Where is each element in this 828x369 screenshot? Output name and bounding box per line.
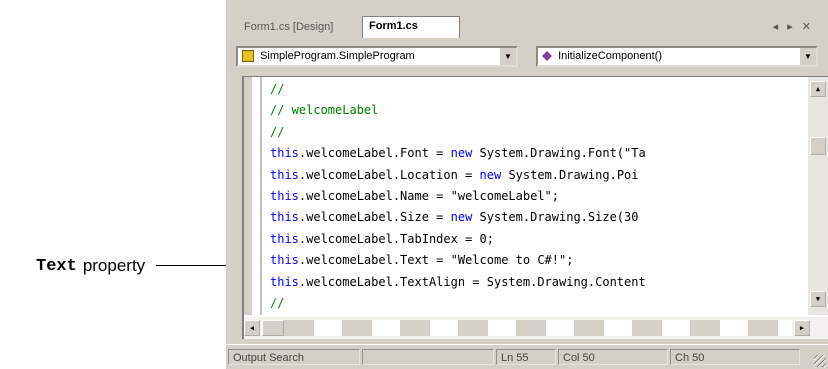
code-comment: //	[270, 82, 285, 96]
code-keyword: new	[479, 167, 502, 182]
scroll-right-icon[interactable]: ▶	[794, 320, 810, 336]
horizontal-scroll-track[interactable]	[284, 320, 792, 336]
code-comment: //	[270, 295, 285, 310]
editor-gutter	[244, 77, 253, 315]
resize-grip-icon[interactable]	[814, 355, 826, 367]
chevron-down-icon[interactable]: ▼	[799, 48, 816, 65]
scroll-down-icon[interactable]: ▼	[810, 291, 826, 307]
class-icon	[242, 50, 254, 63]
code-keyword: this	[270, 167, 299, 182]
text-property-callout: Text property	[36, 256, 145, 276]
code-text: System.Drawing.Size(30	[472, 210, 639, 225]
callout-word: property	[82, 256, 146, 275]
code-text: .welcomeLabel.TabIndex = 0;	[298, 231, 494, 246]
status-bar: Output Search Ln 55 Col 50 Ch 50	[226, 344, 828, 369]
code-text: .welcomeLabel.Font =	[298, 146, 451, 161]
status-ready: Output Search	[228, 349, 360, 365]
method-icon	[542, 51, 552, 62]
code-line[interactable]: this.welcomeLabel.Text = "Welcome to C#!…	[270, 250, 806, 271]
code-keyword: this	[270, 253, 299, 268]
code-editor-window: Form1.cs [Design] Form1.cs ◂ ▸ ✕ SimpleP…	[226, 0, 828, 369]
vertical-scroll-thumb[interactable]	[810, 137, 826, 155]
horizontal-scrollbar[interactable]: ◀ ▶	[244, 317, 828, 339]
chevron-down-icon[interactable]: ▼	[499, 48, 516, 65]
code-keyword: this	[270, 210, 299, 225]
tab-code[interactable]: Form1.cs	[362, 16, 460, 38]
code-keyword: new	[450, 210, 473, 225]
code-keyword: this	[270, 274, 299, 289]
code-keyword: this	[270, 231, 299, 246]
code-editor[interactable]: //// welcomeLabel//this.welcomeLabel.Fon…	[242, 76, 828, 339]
document-tab-bar: Form1.cs [Design] Form1.cs ◂ ▸ ✕	[234, 12, 820, 38]
code-area[interactable]: //// welcomeLabel//this.welcomeLabel.Fon…	[270, 79, 806, 315]
code-line[interactable]: //	[270, 293, 806, 314]
status-char: Ch 50	[670, 349, 800, 365]
code-line[interactable]: this.welcomeLabel.TabIndex = 0;	[270, 229, 806, 250]
code-line[interactable]: this.welcomeLabel.TextAlign = System.Dra…	[270, 272, 806, 293]
horizontal-scroll-thumb[interactable]	[262, 320, 284, 336]
code-line[interactable]: this.welcomeLabel.Location = new System.…	[270, 165, 806, 186]
tab-design[interactable]: Form1.cs [Design]	[238, 18, 371, 37]
status-column: Col 50	[558, 349, 668, 365]
class-dropdown[interactable]: SimpleProgram.SimpleProgram ▼	[236, 46, 518, 67]
scroll-left-icon[interactable]: ◀	[244, 320, 260, 336]
code-text: .welcomeLabel.Text = "Welcome to C#!";	[298, 253, 574, 268]
code-text: .welcomeLabel.Size =	[298, 210, 451, 225]
code-comment: // welcomeLabel	[270, 103, 379, 118]
code-text: .welcomeLabel.Name = "welcomeLabel";	[298, 188, 559, 203]
code-keyword: new	[450, 146, 473, 161]
member-dropdown-value: InitializeComponent()	[558, 50, 662, 62]
code-line[interactable]: //	[270, 122, 806, 143]
tab-controls[interactable]: ◂ ▸ ✕	[773, 20, 814, 33]
vertical-scrollbar[interactable]: ▲ ▼	[808, 77, 828, 315]
code-comment: //	[270, 124, 285, 139]
code-line[interactable]: this.welcomeLabel.Name = "welcomeLabel";	[270, 186, 806, 207]
code-text: .welcomeLabel.TextAlign = System.Drawing…	[298, 274, 646, 289]
code-text: System.Drawing.Poi	[501, 167, 639, 182]
code-line[interactable]: //	[270, 79, 806, 100]
code-line[interactable]: // welcomeLabel	[270, 100, 806, 121]
status-blank	[362, 349, 494, 365]
code-line[interactable]: this.welcomeLabel.Size = new System.Draw…	[270, 207, 806, 228]
scroll-up-icon[interactable]: ▲	[810, 81, 826, 97]
member-dropdown[interactable]: InitializeComponent() ▼	[536, 46, 818, 67]
code-line[interactable]: this.welcomeLabel.Font = new System.Draw…	[270, 143, 806, 164]
outline-margin	[260, 77, 262, 315]
code-text: System.Drawing.Font("Ta	[472, 146, 646, 161]
code-text: .welcomeLabel.Location =	[298, 167, 480, 182]
class-dropdown-value: SimpleProgram.SimpleProgram	[260, 50, 415, 62]
callout-code-term: Text	[36, 256, 77, 276]
status-line: Ln 55	[496, 349, 556, 365]
code-keyword: this	[270, 146, 299, 161]
code-keyword: this	[270, 188, 299, 203]
